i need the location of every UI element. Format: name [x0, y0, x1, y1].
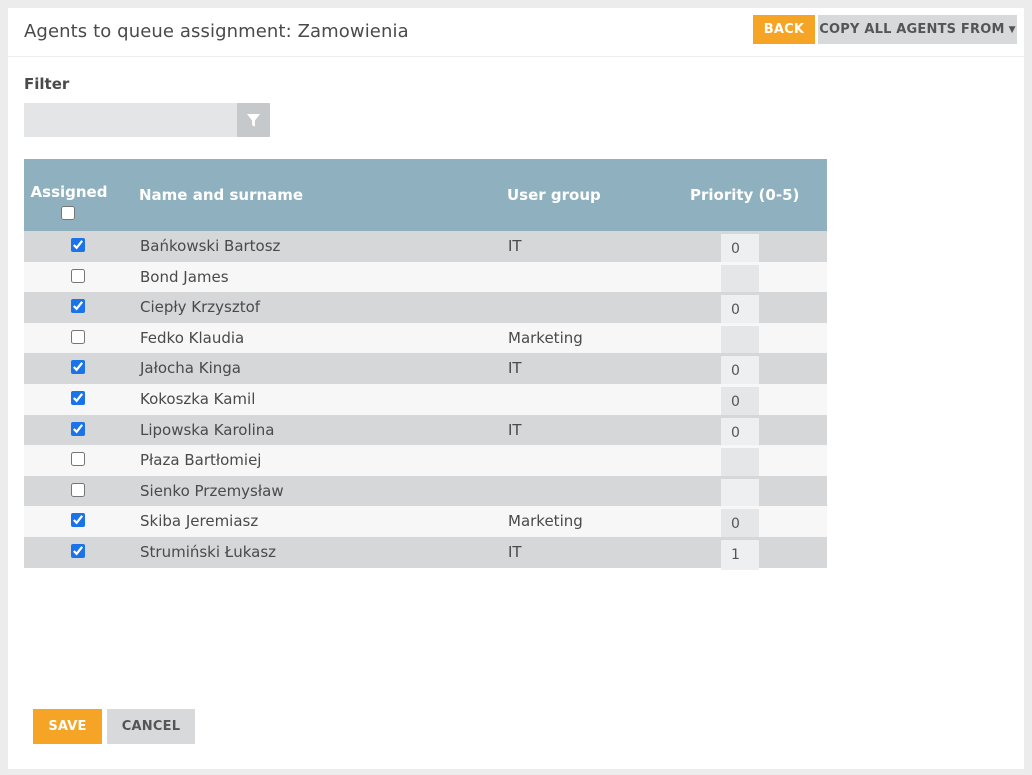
assigned-checkbox[interactable] [71, 452, 85, 467]
priority-input[interactable] [721, 417, 759, 448]
column-priority: Priority (0-5) [690, 186, 800, 204]
agent-name: Płaza Bartłomiej [140, 451, 262, 470]
agent-name: Kokoszka Kamil [140, 389, 256, 408]
user-group: Marketing [508, 328, 583, 347]
table-row: Fedko Klaudia Marketing [24, 322, 827, 356]
select-all-checkbox[interactable] [61, 206, 75, 220]
agent-name: Bańkowski Bartosz [140, 237, 281, 255]
save-button[interactable]: SAVE [33, 709, 102, 744]
assignment-panel: Agents to queue assignment: Zamowienia B… [8, 8, 1024, 769]
assigned-checkbox[interactable] [71, 482, 85, 497]
agent-name: Skiba Jeremiasz [140, 512, 259, 531]
user-group: Marketing [508, 512, 583, 531]
table-row: Bańkowski Bartosz IT [24, 231, 827, 264]
priority-input[interactable] [721, 478, 759, 509]
user-group: IT [508, 359, 522, 378]
table-row: Kokoszka Kamil [24, 383, 827, 417]
agent-name: Lipowska Karolina [140, 420, 275, 439]
table-row: Ciepły Krzysztof [24, 292, 827, 326]
table-row: Jałocha Kinga IT [24, 353, 827, 387]
priority-input[interactable] [721, 448, 759, 479]
copy-all-agents-label: COPY ALL AGENTS FROM [819, 22, 1005, 37]
priority-input[interactable] [721, 539, 759, 570]
filter-icon [246, 113, 261, 127]
cancel-button[interactable]: CANCEL [107, 709, 195, 744]
user-group: IT [508, 542, 522, 561]
priority-input[interactable] [721, 325, 759, 356]
assigned-checkbox[interactable] [71, 299, 85, 314]
user-group: IT [508, 420, 522, 439]
assigned-checkbox[interactable] [71, 238, 85, 252]
agent-name: Sienko Przemysław [140, 481, 284, 500]
agent-name: Strumiński Łukasz [140, 542, 277, 561]
agents-table: Assigned Name and surname User group Pri… [24, 159, 827, 570]
user-group: IT [508, 237, 522, 255]
priority-input[interactable] [721, 264, 759, 295]
assigned-checkbox[interactable] [71, 268, 85, 283]
agent-name: Jałocha Kinga [140, 359, 241, 378]
table-row: Skiba Jeremiasz Marketing [24, 506, 827, 540]
page-title: Agents to queue assignment: Zamowienia [24, 21, 409, 42]
table-row: Płaza Bartłomiej [24, 445, 827, 479]
column-assigned-label: Assigned [30, 183, 108, 201]
table-body: Bańkowski Bartosz IT Bond James Ciepły Krzy… [24, 231, 827, 570]
agent-name: Ciepły Krzysztof [140, 298, 261, 317]
table-header: Assigned Name and surname User group Pri… [24, 159, 827, 231]
filter-input[interactable] [24, 103, 237, 137]
assigned-checkbox[interactable] [71, 421, 85, 436]
caret-down-icon: ▼ [1008, 24, 1016, 35]
assigned-checkbox[interactable] [71, 360, 85, 375]
assigned-checkbox[interactable] [71, 390, 85, 405]
priority-input[interactable] [721, 295, 759, 326]
column-user-group: User group [507, 186, 601, 204]
table-row: Bond James [24, 261, 827, 295]
column-name: Name and surname [139, 186, 304, 204]
priority-input[interactable] [721, 509, 759, 540]
copy-all-agents-dropdown[interactable]: COPY ALL AGENTS FROM ▼ [818, 15, 1017, 44]
assigned-checkbox[interactable] [71, 329, 85, 344]
agent-name: Bond James [140, 267, 229, 286]
assigned-checkbox[interactable] [71, 513, 85, 528]
panel-header: Agents to queue assignment: Zamowienia B… [8, 8, 1024, 57]
priority-input[interactable] [721, 386, 759, 417]
table-row: Strumiński Łukasz IT [24, 536, 827, 570]
priority-input[interactable] [721, 356, 759, 387]
filter-button[interactable] [237, 103, 270, 137]
agent-name: Fedko Klaudia [140, 328, 245, 347]
assigned-checkbox[interactable] [71, 543, 85, 558]
table-row: Sienko Przemysław [24, 475, 827, 509]
priority-input[interactable] [721, 234, 759, 264]
back-button[interactable]: BACK [753, 15, 815, 44]
filter-label: Filter [24, 75, 70, 93]
table-row: Lipowska Karolina IT [24, 414, 827, 448]
